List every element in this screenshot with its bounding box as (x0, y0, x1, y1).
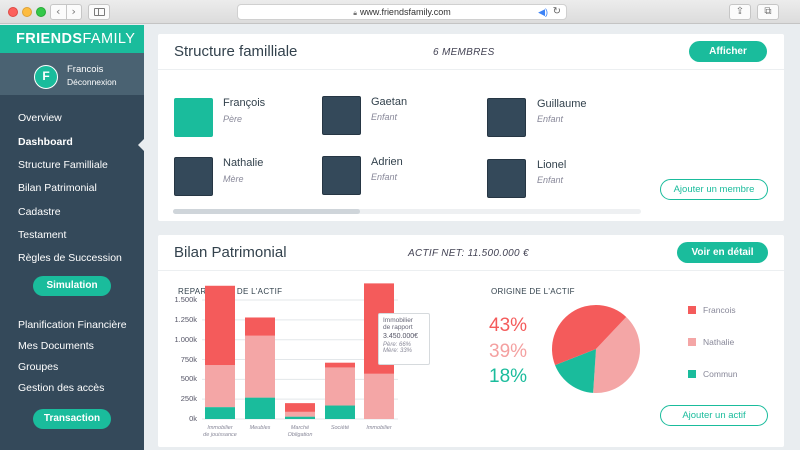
bilan-card: Bilan Patrimonial ACTIF NET: 11.500.000 … (158, 235, 784, 447)
sidebar-item-planification[interactable]: Planification Financière (0, 319, 144, 331)
forward-arrow-icon[interactable]: › (67, 5, 82, 19)
sidebar-toggle-icon[interactable] (88, 4, 110, 20)
active-indicator (138, 139, 144, 151)
history-nav: ‹ › (50, 4, 82, 20)
x-tick-label: Immobilier de jouissance (203, 425, 237, 438)
percent-nathalie: 39% (489, 341, 528, 362)
simulation-button[interactable]: Simulation (33, 276, 111, 296)
sidebar: FRIENDSFAMILY F Francois Déconnexion Ove… (0, 25, 144, 450)
add-actif-button[interactable]: Ajouter un actif (660, 405, 768, 426)
member-avatar[interactable] (174, 98, 213, 137)
percent-francois: 43% (489, 315, 528, 336)
bar-segment[interactable] (205, 365, 235, 408)
member-avatar[interactable] (174, 157, 213, 196)
bar-segment[interactable] (325, 405, 355, 419)
transaction-button[interactable]: Transaction (33, 409, 111, 429)
legend-swatch (688, 370, 696, 378)
member-name: Guillaume (537, 98, 587, 110)
logout-link[interactable]: Déconnexion (67, 77, 117, 87)
legend-label: Commun (703, 369, 738, 379)
structure-title: Structure familliale (174, 43, 298, 60)
sidebar-item-groupes[interactable]: Groupes (0, 361, 144, 373)
minimize-window-button[interactable] (22, 7, 32, 17)
member-role: Enfant (371, 172, 398, 182)
member-avatar[interactable] (487, 159, 526, 198)
bar-segment[interactable] (205, 407, 235, 419)
structure-card-header: Structure familliale 6 MEMBRES Afficher (158, 34, 784, 70)
sidebar-item-acces[interactable]: Gestion des accès (0, 382, 144, 394)
bar-segment[interactable] (364, 373, 394, 419)
member-role: Enfant (371, 112, 398, 122)
bar-segment[interactable] (205, 285, 235, 366)
member-role: Mère (223, 174, 244, 184)
member-role: Père (223, 114, 243, 124)
member-avatar[interactable] (322, 96, 361, 135)
member-name: Nathalie (223, 157, 264, 169)
sidebar-item-documents[interactable]: Mes Documents (0, 340, 144, 352)
bar-segment[interactable] (285, 411, 315, 417)
member-name: François (223, 97, 266, 109)
back-arrow-icon[interactable]: ‹ (51, 5, 67, 19)
structure-card: Structure familliale 6 MEMBRES Afficher … (158, 34, 784, 221)
member-name: Gaetan (371, 96, 408, 108)
scrollbar-thumb[interactable] (173, 209, 360, 214)
bar-segment[interactable] (245, 335, 275, 398)
x-tick-label: Meubles (249, 425, 271, 431)
lock-icon: 🔒︎ (353, 10, 357, 17)
x-tick-label: Marché Obligation (287, 425, 313, 438)
chart-tooltip: Immobilier de rapport 3.450.000€ Père: 6… (378, 313, 430, 365)
sidebar-item-testament[interactable]: Testament (0, 229, 144, 241)
origine-pie-chart (552, 305, 640, 393)
add-member-button[interactable]: Ajouter un membre (660, 179, 768, 200)
user-panel: F Francois Déconnexion (0, 53, 144, 95)
legend-label: Francois (703, 305, 736, 315)
browser-toolbar: ‹ › 🔒︎ www.friendsfamily.com ◀︎) ↻ ⇪ ⧉ (0, 0, 800, 24)
tabs-overview-icon[interactable]: ⧉ (757, 4, 779, 20)
bar-segment[interactable] (325, 367, 355, 406)
share-icon[interactable]: ⇪ (729, 4, 751, 20)
member-role: Enfant (537, 114, 564, 124)
bar-segment[interactable] (245, 397, 275, 419)
legend-label: Nathalie (703, 337, 735, 347)
zoom-window-button[interactable] (36, 7, 46, 17)
member-name: Lionel (537, 159, 567, 171)
speaker-icon[interactable]: ◀︎) (538, 5, 548, 19)
member-role: Enfant (537, 175, 564, 185)
member-avatar[interactable] (487, 98, 526, 137)
x-tick-label: Société (330, 425, 350, 431)
legend-swatch (688, 338, 696, 346)
brand-logo[interactable]: FRIENDSFAMILY (0, 25, 144, 53)
member-avatar[interactable] (322, 156, 361, 195)
close-window-button[interactable] (8, 7, 18, 17)
reload-icon[interactable]: ↻ (553, 5, 561, 19)
bar-segment[interactable] (285, 403, 315, 412)
sidebar-item-overview[interactable]: Overview (0, 112, 144, 124)
bar-segment[interactable] (245, 317, 275, 336)
avatar[interactable]: F (34, 65, 58, 89)
sidebar-item-cadastre[interactable]: Cadastre (0, 206, 144, 218)
member-count: 6 MEMBRES (433, 47, 495, 58)
sidebar-item-succession[interactable]: Règles de Succession (0, 252, 144, 264)
sidebar-item-dashboard[interactable]: Dashboard (0, 136, 144, 148)
sidebar-item-structure[interactable]: Structure Familliale (0, 159, 144, 171)
bar-segment[interactable] (285, 416, 315, 419)
member-name: Adrien (371, 156, 403, 168)
legend-swatch (688, 306, 696, 314)
x-tick-label: Immobilier (366, 425, 392, 431)
address-bar[interactable]: 🔒︎ www.friendsfamily.com ◀︎) ↻ (237, 4, 567, 20)
horizontal-scrollbar[interactable] (173, 209, 641, 214)
afficher-button[interactable]: Afficher (689, 41, 767, 62)
url-text: www.friendsfamily.com (359, 7, 451, 17)
bar-segment[interactable] (325, 362, 355, 368)
percent-commun: 18% (489, 366, 528, 387)
user-name: Francois (67, 64, 104, 75)
sidebar-item-bilan[interactable]: Bilan Patrimonial (0, 182, 144, 194)
